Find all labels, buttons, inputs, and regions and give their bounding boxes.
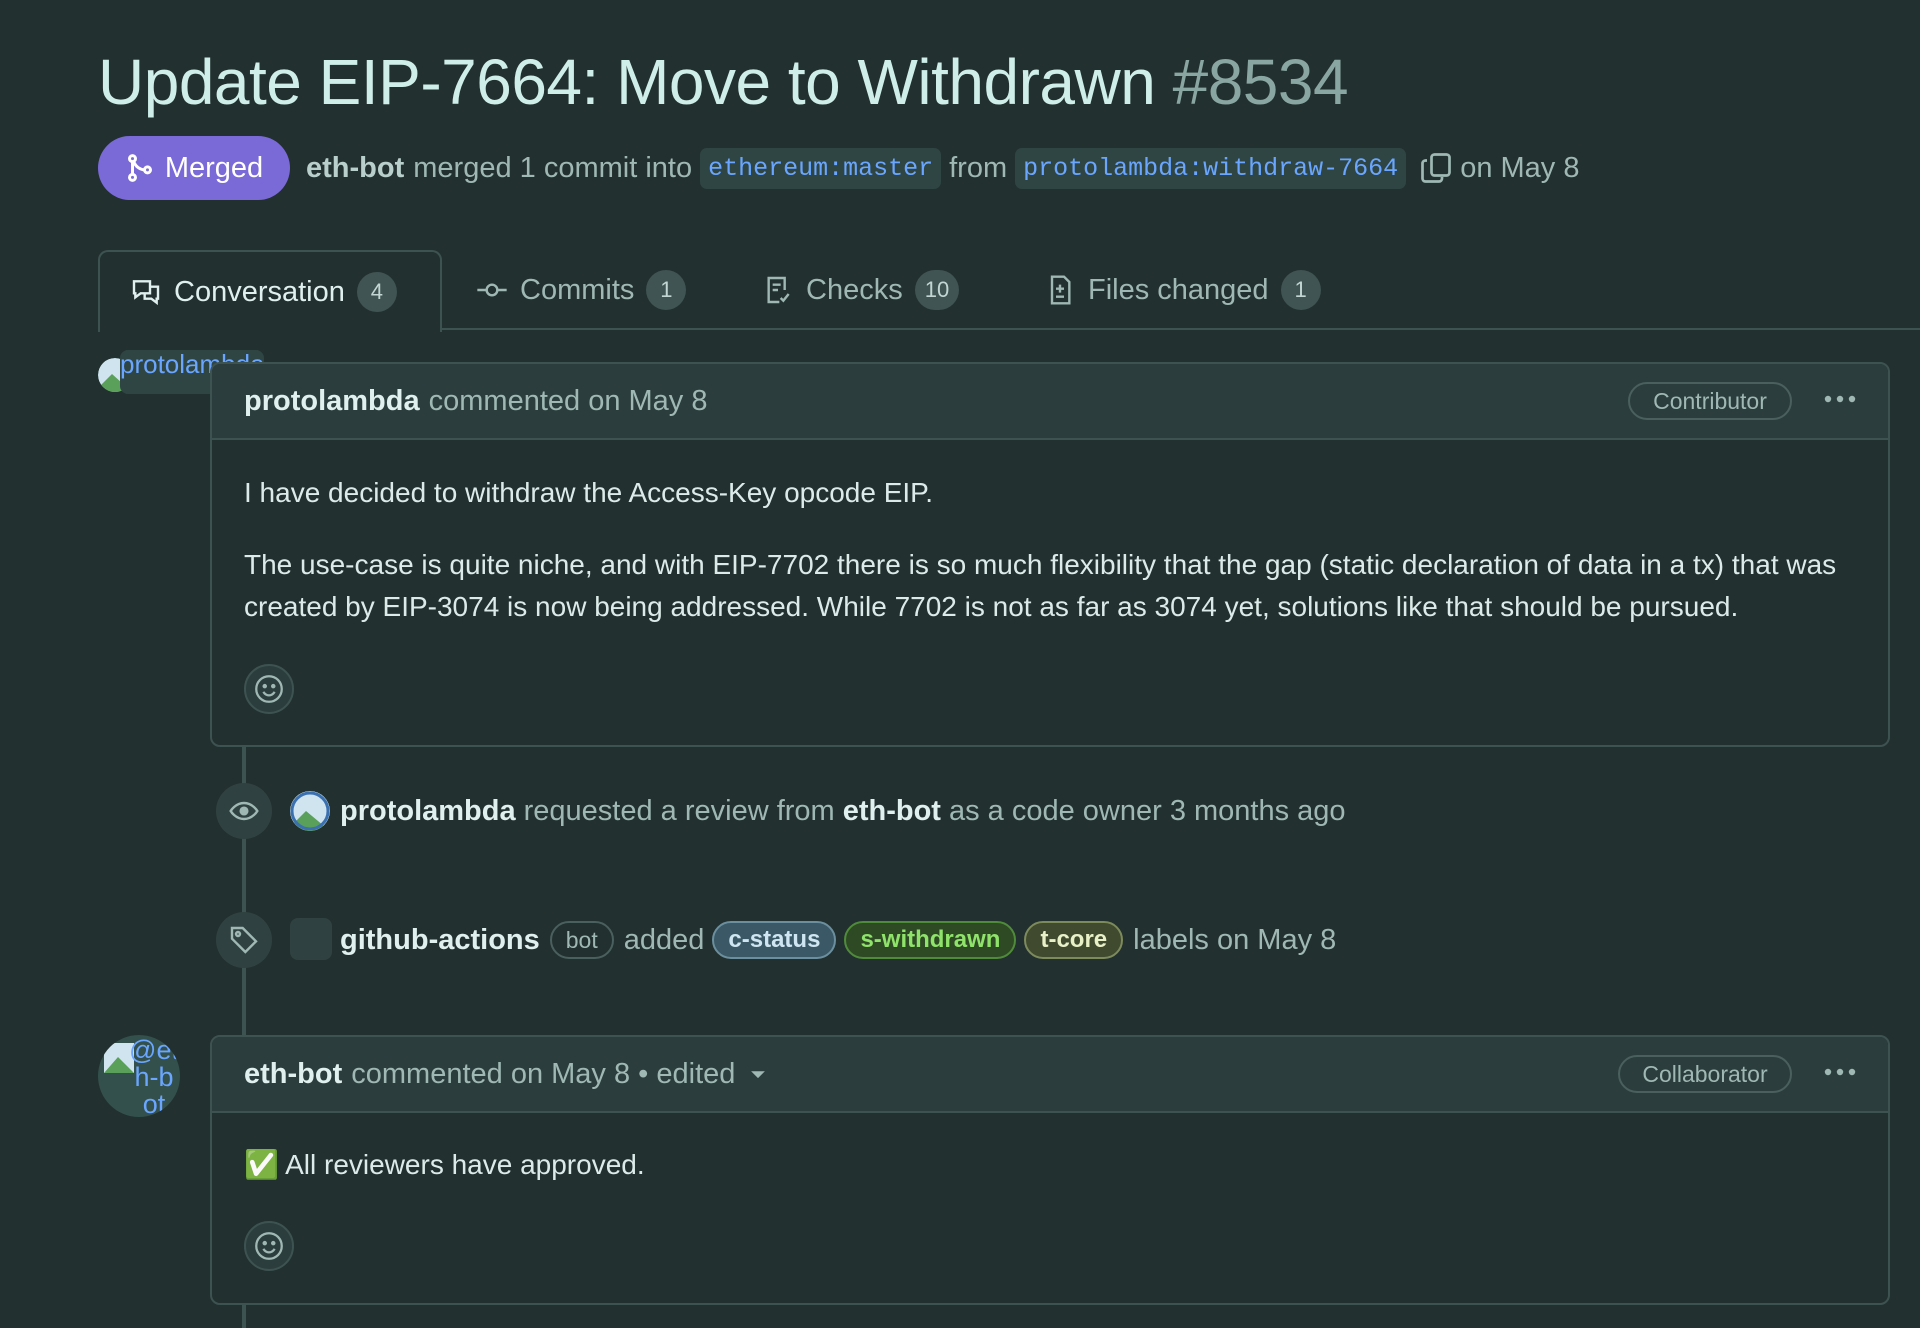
- pr-title-text: Update EIP-7664: Move to Withdrawn: [98, 46, 1156, 118]
- tab-checks-count: 10: [914, 270, 960, 310]
- comment-header: protolambda commented on May 8 Contribut…: [212, 364, 1888, 440]
- comment-meta[interactable]: commented on May 8: [429, 385, 708, 418]
- tab-checks[interactable]: Checks 10: [762, 250, 960, 330]
- comment-paragraph: I have decided to withdraw the Access-Ke…: [244, 477, 934, 508]
- avatar[interactable]: [290, 918, 332, 960]
- tab-checks-label: Checks: [806, 273, 903, 306]
- event-text: requested a review from: [523, 794, 835, 827]
- label-t-core[interactable]: t-core: [1024, 921, 1124, 959]
- smiley-icon: [255, 1232, 283, 1260]
- file-diff-icon: [1050, 275, 1071, 305]
- comment-body: ✅ All reviewers have approved.: [244, 1144, 1864, 1186]
- tab-conversation-count: 4: [356, 272, 397, 312]
- merged-label: Merged: [164, 151, 264, 184]
- tab-commits-label: Commits: [520, 273, 635, 306]
- comment-paragraph: The use-case is quite niche, and with EI…: [244, 549, 1837, 622]
- pr-title: Update EIP-7664: Move to Withdrawn #8534: [98, 40, 1349, 124]
- kebab-menu-icon[interactable]: [1820, 1057, 1860, 1087]
- label-c-status[interactable]: c-status: [712, 921, 837, 959]
- merger-link[interactable]: eth-bot: [306, 152, 404, 185]
- smiley-icon: [255, 675, 283, 703]
- pr-meta: eth-bot merged 1 commit into ethereum:ma…: [306, 136, 1579, 200]
- tag-icon: [230, 926, 258, 954]
- comment-card: eth-bot commented on May 8 • edited Coll…: [210, 1035, 1890, 1305]
- comment-meta[interactable]: commented on May 8 • edited: [351, 1058, 735, 1091]
- label-event-icon-wrapper: [216, 912, 272, 968]
- comment-card: protolambda commented on May 8 Contribut…: [210, 362, 1890, 747]
- git-merge-icon: [127, 154, 152, 182]
- copy-icon[interactable]: [1418, 150, 1454, 186]
- review-event-icon-wrapper: [216, 783, 272, 839]
- label-event-text: github-actions bot added c-status s-with…: [340, 912, 1336, 968]
- comment-header-text: eth-bot commented on May 8 • edited: [244, 1037, 769, 1111]
- from-text: from: [949, 151, 1008, 184]
- broken-image-icon: [290, 791, 330, 831]
- merged-text: merged 1 commit into: [413, 151, 693, 184]
- tab-files-changed-label: Files changed: [1088, 273, 1269, 306]
- check-mark-emoji: ✅: [244, 1149, 279, 1180]
- event-text: added: [623, 923, 705, 956]
- avatar[interactable]: [290, 791, 330, 831]
- base-branch[interactable]: ethereum:master: [700, 147, 942, 189]
- bot-badge: bot: [549, 921, 614, 959]
- merge-date: on May 8: [1460, 151, 1580, 184]
- role-badge: Collaborator: [1618, 1055, 1792, 1093]
- tab-commits-count: 1: [646, 270, 687, 310]
- merged-state-badge: Merged: [98, 136, 290, 200]
- event-text[interactable]: labels on May 8: [1133, 924, 1336, 957]
- chevron-down-icon[interactable]: [747, 1063, 769, 1085]
- tab-conversation[interactable]: Conversation 4: [98, 250, 442, 332]
- comment-author[interactable]: eth-bot: [244, 1058, 342, 1091]
- event-actor[interactable]: github-actions: [340, 924, 540, 957]
- event-reviewer[interactable]: eth-bot: [843, 795, 941, 828]
- event-text[interactable]: as a code owner 3 months ago: [949, 795, 1346, 828]
- comment-body-text: All reviewers have approved.: [285, 1149, 645, 1180]
- tab-files-changed[interactable]: Files changed 1: [1044, 250, 1321, 330]
- add-reaction-button[interactable]: [244, 664, 294, 714]
- tab-commits[interactable]: Commits 1: [476, 250, 687, 330]
- eye-icon: [229, 801, 259, 821]
- kebab-menu-icon[interactable]: [1820, 384, 1860, 414]
- comment-header-text: protolambda commented on May 8: [244, 364, 707, 438]
- pr-number: #8534: [1172, 46, 1349, 118]
- role-badge: Contributor: [1628, 382, 1792, 420]
- head-branch[interactable]: protolambda:withdraw-7664: [1015, 147, 1407, 189]
- add-reaction-button[interactable]: [244, 1221, 294, 1271]
- avatar[interactable]: @eth-bot: [98, 1035, 180, 1117]
- comment-header: eth-bot commented on May 8 • edited Coll…: [212, 1037, 1888, 1113]
- event-actor[interactable]: protolambda: [340, 795, 516, 828]
- comment-discussion-icon: [132, 280, 160, 306]
- checklist-icon: [767, 276, 790, 304]
- label-s-withdrawn[interactable]: s-withdrawn: [844, 921, 1017, 959]
- tab-files-changed-count: 1: [1280, 270, 1321, 310]
- comment-author[interactable]: protolambda: [244, 385, 420, 418]
- avatar-alt-text: @eth-bot: [129, 1035, 179, 1118]
- tab-conversation-label: Conversation: [174, 275, 345, 308]
- review-event-text: protolambda requested a review from eth-…: [340, 783, 1346, 839]
- git-commit-icon: [477, 283, 507, 297]
